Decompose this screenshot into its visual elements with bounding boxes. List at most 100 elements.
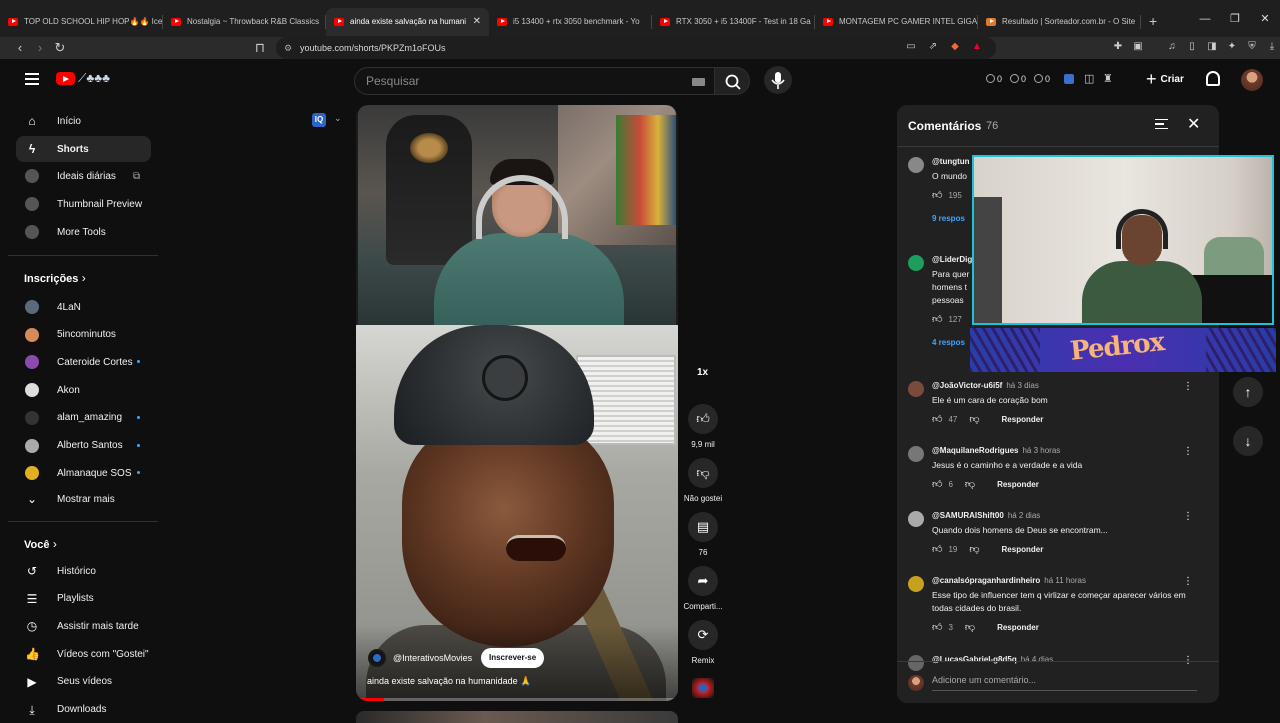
sidebar-item-thumbnail-preview[interactable]: Thumbnail Preview: [16, 191, 151, 217]
you-item[interactable]: 👍 Vídeos com "Gostei": [16, 641, 151, 667]
more-options-icon[interactable]: ⋮: [1183, 381, 1193, 392]
site-info-icon[interactable]: ⚙: [284, 43, 292, 54]
subscription-item[interactable]: 4LaN: [16, 294, 151, 320]
short-video-player[interactable]: @InterativosMovies Inscrever-se ainda ex…: [356, 105, 678, 701]
next-short-button[interactable]: ↓: [1233, 426, 1263, 456]
you-item[interactable]: ⤓ Downloads: [16, 697, 151, 723]
subscribe-button[interactable]: Inscrever-se: [481, 648, 545, 668]
close-window-icon[interactable]: ✕: [1250, 12, 1280, 25]
media-icon[interactable]: ♫: [1166, 41, 1178, 53]
channel-name[interactable]: @InterativosMovies: [393, 653, 472, 663]
sidebar-item-more-tools[interactable]: More Tools: [16, 219, 151, 245]
commenter-avatar[interactable]: [908, 576, 924, 592]
thumb-down-icon[interactable]: 👎︎: [965, 478, 975, 490]
commenter-avatar[interactable]: [908, 255, 924, 271]
hamburger-menu-icon[interactable]: [25, 73, 39, 85]
wallet-icon[interactable]: ◨: [1206, 41, 1218, 53]
view-replies-button[interactable]: 4 respos: [932, 338, 965, 347]
share-button[interactable]: ➦: [688, 566, 718, 596]
thumb-down-icon[interactable]: 👎︎: [969, 543, 979, 555]
brave-shield-icon[interactable]: ◆: [949, 41, 961, 53]
extensions-icon[interactable]: ✚: [1112, 41, 1124, 53]
sidebar-item-shorts[interactable]: ϟ Shorts: [16, 136, 151, 162]
leo-icon[interactable]: ✦: [1226, 41, 1238, 53]
you-heading[interactable]: Você: [24, 537, 57, 551]
thumb-up-icon[interactable]: 👍︎: [932, 313, 942, 325]
commenter-avatar[interactable]: [908, 381, 924, 397]
view-replies-button[interactable]: 9 respos: [932, 214, 965, 223]
dislike-button[interactable]: 👎︎: [688, 458, 718, 488]
bookmark-icon[interactable]: ⊓: [250, 37, 270, 59]
subscription-item[interactable]: Alberto Santos: [16, 433, 151, 459]
subscriptions-heading[interactable]: Inscrições: [24, 271, 86, 285]
comments-button[interactable]: ▤: [688, 512, 718, 542]
sidebar-item-inicio[interactable]: ⌂ Início: [16, 108, 151, 134]
more-options-icon[interactable]: ⋮: [1183, 446, 1193, 457]
comment-author[interactable]: @canalsópraganhardinheiro há 11 horas: [932, 576, 1086, 585]
vpn-icon[interactable]: ⛨: [1246, 41, 1258, 53]
sound-thumbnail[interactable]: [692, 678, 714, 698]
you-item[interactable]: ↺ Histórico: [16, 558, 151, 584]
url-field[interactable]: ⚙ youtube.com/shorts/PKPZm1oFOUs: [276, 37, 996, 59]
minimize-icon[interactable]: —: [1190, 13, 1220, 25]
brave-rewards-icon[interactable]: ▲: [971, 41, 983, 53]
subscription-item[interactable]: Almanaque SOS: [16, 460, 151, 486]
commenter-avatar[interactable]: [908, 446, 924, 462]
vidiq-icon[interactable]: [1064, 74, 1074, 84]
browser-tab[interactable]: RTX 3050 + i5 13400F - Test in 18 Ga: [652, 8, 815, 36]
next-short-preview[interactable]: [356, 711, 678, 723]
vidiq-badge-icon[interactable]: IQ: [312, 113, 326, 127]
sidebar-icon[interactable]: ▯: [1186, 41, 1198, 53]
extension-icon[interactable]: ▣: [1132, 41, 1144, 53]
previous-short-button[interactable]: ↑: [1233, 377, 1263, 407]
share-icon[interactable]: ⇗: [927, 41, 939, 53]
trophy-icon[interactable]: ♜: [1103, 72, 1113, 85]
you-item[interactable]: ▶ Seus vídeos: [16, 669, 151, 695]
doodle-logo-icon[interactable]: ⟋♣♣♣: [78, 71, 110, 86]
search-input[interactable]: Pesquisar: [354, 67, 718, 95]
reply-button[interactable]: Responder: [997, 623, 1039, 632]
close-icon[interactable]: ✕: [1187, 114, 1200, 134]
browser-tab[interactable]: i5 13400 + rtx 3050 benchmark - Yo: [489, 8, 652, 36]
browser-tab[interactable]: ainda existe salvação na humani ✕: [326, 7, 489, 36]
comment-author[interactable]: @LiderDig: [932, 255, 972, 264]
sort-icon[interactable]: [1155, 119, 1168, 129]
subscription-item[interactable]: alam_amazing: [16, 405, 151, 431]
remix-button[interactable]: ⟳: [688, 620, 718, 650]
more-options-icon[interactable]: ⋮: [1183, 511, 1193, 522]
reply-button[interactable]: Responder: [997, 480, 1039, 489]
create-button[interactable]: + Criar: [1136, 65, 1194, 93]
subscription-item[interactable]: 5incominutos: [16, 322, 151, 348]
search-button[interactable]: [714, 67, 750, 95]
playback-speed[interactable]: 1x: [697, 367, 708, 378]
thumb-up-icon[interactable]: 👍︎: [932, 189, 942, 201]
browser-tab[interactable]: Resultado | Sorteador.com.br - O Site: [978, 8, 1141, 36]
thumb-up-icon[interactable]: 👍︎: [932, 543, 942, 555]
notifications-bell-icon[interactable]: [1206, 71, 1220, 86]
like-button[interactable]: 👍︎: [688, 404, 718, 434]
account-avatar[interactable]: [1241, 69, 1263, 91]
cast-icon[interactable]: ▭: [905, 41, 917, 53]
comment-author[interactable]: @tungtun: [932, 157, 970, 166]
keyboard-icon[interactable]: [692, 78, 705, 86]
you-item[interactable]: ◷ Assistir mais tarde: [16, 613, 151, 639]
commenter-avatar[interactable]: [908, 157, 924, 173]
restore-icon[interactable]: ❐: [1220, 12, 1250, 25]
browser-tab[interactable]: MONTAGEM PC GAMER INTEL GIGA: [815, 8, 978, 36]
channel-avatar[interactable]: [368, 649, 386, 667]
subscription-item[interactable]: Akon: [16, 377, 151, 403]
forward-icon[interactable]: ›: [30, 37, 50, 59]
thumb-up-icon[interactable]: 👍︎: [932, 478, 942, 490]
voice-search-button[interactable]: [764, 66, 792, 94]
extension-icon[interactable]: ◫: [1084, 72, 1094, 85]
thumb-down-icon[interactable]: 👎︎: [969, 413, 979, 425]
youtube-logo-icon[interactable]: [56, 72, 75, 85]
new-tab-button[interactable]: +: [1149, 13, 1157, 29]
reload-icon[interactable]: ↻: [50, 37, 70, 59]
thumb-up-icon[interactable]: 👍︎: [932, 413, 942, 425]
commenter-avatar[interactable]: [908, 511, 924, 527]
chevron-down-icon[interactable]: ⌄: [334, 113, 342, 124]
download-icon[interactable]: ⤓: [1266, 41, 1278, 53]
browser-tab[interactable]: Nostalgia ~ Throwback R&B Classics: [163, 8, 326, 36]
comment-author[interactable]: @MaquilaneRodrigues há 3 horas: [932, 446, 1060, 455]
